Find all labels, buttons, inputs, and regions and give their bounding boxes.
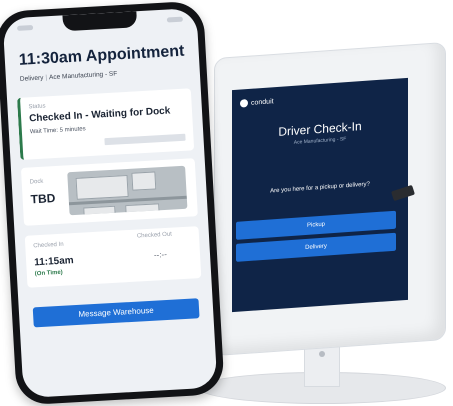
map-building	[131, 171, 157, 191]
checked-out-time: --:--	[153, 249, 168, 260]
kiosk-screen: conduit Driver Check-In Ace Manufacturin…	[232, 77, 408, 313]
appointment-location: Ace Manufacturing - SF	[48, 70, 118, 82]
status-bar-icon	[16, 25, 34, 31]
checked-out-label: Checked Out	[136, 231, 173, 240]
checked-in-time: 11:15am	[33, 255, 74, 269]
dock-value: TBD	[30, 191, 56, 207]
warehouse-map[interactable]	[67, 165, 188, 216]
phone-notch	[62, 11, 138, 32]
wait-time: Wait Time: 5 minutes	[29, 126, 86, 136]
phone: 11:30am Appointment Delivery | Ace Manufac…	[0, 0, 225, 406]
checks-card: Checked In Checked Out 11:15am (On Time)…	[24, 226, 202, 288]
on-time-note: (On Time)	[34, 269, 63, 278]
appointment-type: Delivery	[19, 74, 44, 83]
message-warehouse-button[interactable]: Message Warehouse	[32, 298, 200, 328]
wait-progress-bar	[104, 133, 186, 146]
status-card: Status Checked In - Waiting for Dock Wai…	[16, 88, 195, 160]
map-building	[83, 205, 116, 216]
status-value: Checked In - Waiting for Dock	[28, 105, 171, 125]
map-building	[75, 174, 129, 200]
appointment-subtitle: Delivery | Ace Manufacturing - SF	[20, 70, 118, 82]
appointment-title: 11:30am Appointment	[18, 42, 185, 69]
checked-in-label: Checked In	[33, 241, 64, 250]
kiosk-logo: conduit	[240, 97, 274, 108]
map-building	[125, 203, 160, 216]
dock-label: Dock	[29, 178, 44, 186]
pole-screw	[319, 351, 325, 357]
subtitle-separator: |	[45, 74, 48, 82]
kiosk-question: Are you here for a pickup or delivery?	[270, 181, 370, 195]
kiosk-brand: conduit	[251, 97, 274, 107]
status-bar-icon	[166, 16, 183, 23]
conduit-logo-icon	[240, 99, 248, 108]
dock-card: Dock TBD	[20, 158, 198, 226]
status-label: Status	[28, 103, 46, 111]
phone-screen: 11:30am Appointment Delivery | Ace Manufac…	[2, 7, 218, 399]
